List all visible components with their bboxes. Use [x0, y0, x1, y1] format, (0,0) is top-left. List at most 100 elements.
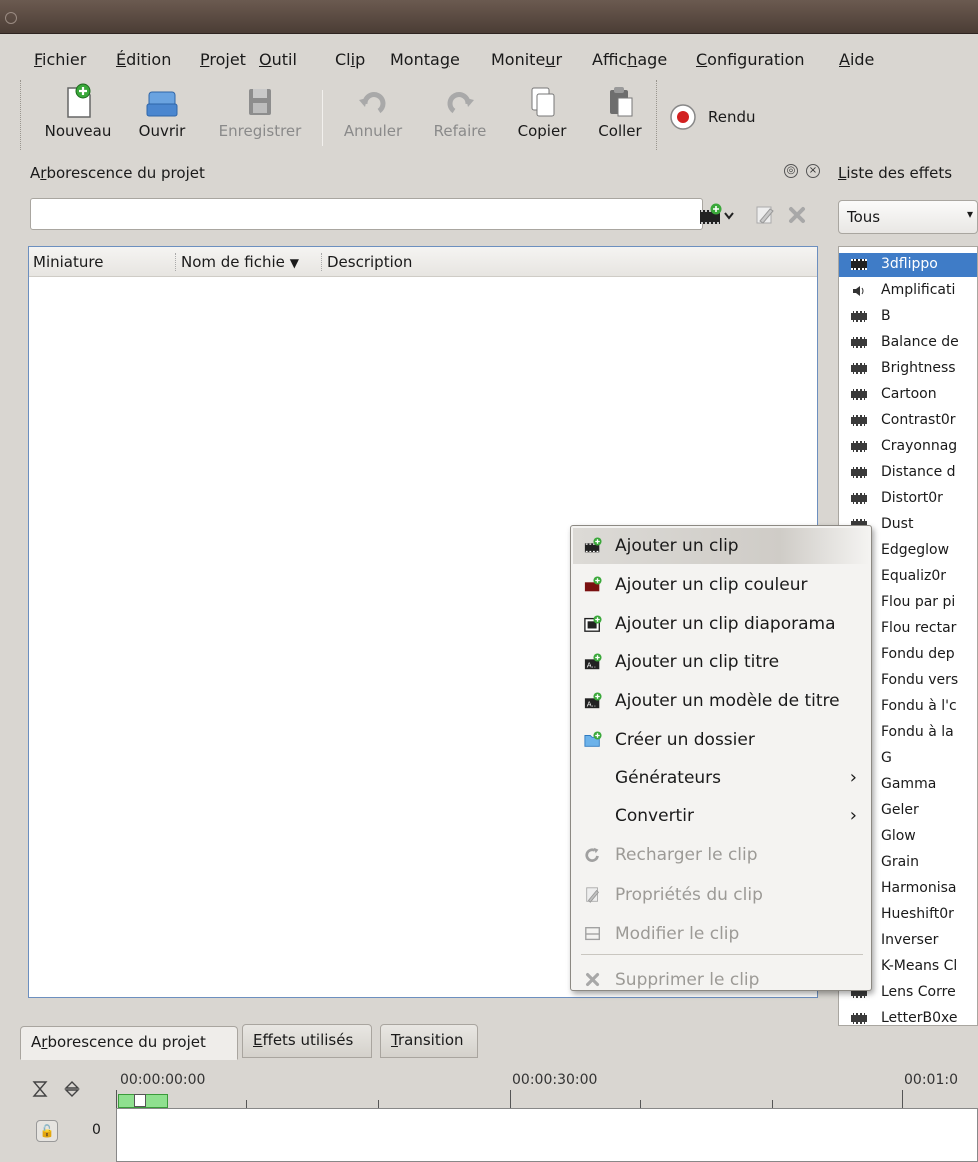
menu-item-ajouter-un-clip[interactable]: Ajouter un clip: [573, 528, 869, 564]
main-toolbar: Nouveau Ouvrir Enregistrer Annuler Refai…: [0, 76, 978, 156]
create-folder-icon: [584, 731, 602, 747]
menu-item-ajouter-un-clip-diaporama[interactable]: Ajouter un clip diaporama: [573, 606, 869, 642]
expand-tracks-icon[interactable]: [64, 1080, 80, 1098]
float-dock-icon[interactable]: ◎: [784, 164, 798, 178]
ruler-tick: [246, 1100, 247, 1108]
menu-moniteur[interactable]: Moniteur: [491, 50, 562, 69]
effect-label: Amplificati: [881, 282, 956, 298]
menu-item-generateurs[interactable]: Générateurs ›: [573, 760, 869, 796]
copy-button[interactable]: Copier: [510, 82, 574, 154]
effect-label: Fondu à l'c: [881, 698, 957, 714]
paste-button[interactable]: Coller: [590, 82, 650, 154]
effect-list-item[interactable]: 3dflippo: [839, 253, 977, 277]
timecode-label: 00:01:0: [904, 1072, 958, 1088]
add-clip-dropdown-icon[interactable]: [698, 202, 742, 226]
effect-label: Hueshift0r: [881, 906, 954, 922]
menu-outil[interactable]: Outil: [259, 50, 297, 69]
render-button[interactable]: Rendu: [668, 102, 778, 132]
menu-item-modifier-le-clip[interactable]: Modifier le clip: [573, 916, 869, 952]
new-document-icon: [67, 83, 91, 118]
window-titlebar: [0, 0, 978, 34]
menu-montage[interactable]: Montage: [390, 50, 460, 69]
effect-list-item[interactable]: Balance de: [839, 331, 977, 355]
save-button[interactable]: Enregistrer: [214, 82, 306, 154]
menu-configuration[interactable]: Configuration: [696, 50, 805, 69]
menu-item-ajouter-un-modele-de-titre[interactable]: A.. Ajouter un modèle de titre: [573, 683, 869, 719]
project-search-input[interactable]: [30, 198, 703, 230]
effect-label: Distance d: [881, 464, 956, 480]
audio-effect-icon: [851, 283, 865, 297]
toolbar-grip[interactable]: [656, 80, 660, 150]
menu-fichier[interactable]: Fichier: [34, 50, 86, 69]
effect-list-item[interactable]: Contrast0r: [839, 409, 977, 433]
toolbar-grip[interactable]: [20, 80, 24, 150]
column-description[interactable]: Description: [327, 253, 412, 271]
effect-list-item[interactable]: Distance d: [839, 461, 977, 485]
menu-item-ajouter-un-clip-couleur[interactable]: Ajouter un clip couleur: [573, 567, 869, 603]
menu-item-proprietes-du-clip[interactable]: Propriétés du clip: [573, 877, 869, 913]
dock-tabs: Arborescence du projet Effets utilisés T…: [20, 1024, 820, 1060]
effect-label: Fondu à la: [881, 724, 954, 740]
timeline-track-area[interactable]: [116, 1108, 978, 1162]
ruler-tick: [378, 1100, 379, 1108]
menu-aide[interactable]: Aide: [839, 50, 874, 69]
tab-effects-used[interactable]: Effets utilisés: [242, 1024, 372, 1058]
timeline-ruler[interactable]: 00:00:00:00 00:00:30:00 00:01:0: [116, 1072, 978, 1108]
toolbar-separator: [322, 90, 323, 146]
effects-filter-select[interactable]: Tous ▾: [838, 200, 978, 234]
menu-projet[interactable]: Projet: [200, 50, 246, 69]
effect-list-item[interactable]: LetterB0xe: [839, 1007, 977, 1025]
effect-label: Glow: [881, 828, 916, 844]
menu-affichage[interactable]: Affichage: [592, 50, 667, 69]
ruler-tick: [772, 1100, 773, 1108]
effect-list-item[interactable]: Amplificati: [839, 279, 977, 303]
menu-clip[interactable]: Clip: [335, 50, 365, 69]
video-effect-icon: [851, 311, 867, 322]
video-effect-icon: [851, 441, 867, 452]
effect-label: Flou rectar: [881, 620, 957, 636]
tab-project-tree[interactable]: Arborescence du projet: [20, 1026, 238, 1060]
menu-item-recharger-le-clip[interactable]: Recharger le clip: [573, 837, 869, 873]
edit-icon: [586, 887, 600, 903]
effect-label: Equaliz0r: [881, 568, 946, 584]
effect-label: K-Means Cl: [881, 958, 958, 974]
undo-icon: [359, 92, 386, 114]
edit-clip-icon[interactable]: [754, 204, 776, 226]
effect-list-item[interactable]: Cartoon: [839, 383, 977, 407]
effect-list-item[interactable]: Distort0r: [839, 487, 977, 511]
playhead-icon[interactable]: [134, 1094, 146, 1107]
ruler-tick: [510, 1090, 511, 1108]
effects-list-title: Liste des effets: [838, 164, 953, 182]
menu-item-convertir[interactable]: Convertir ›: [573, 798, 869, 834]
column-divider[interactable]: [321, 253, 322, 271]
column-filename[interactable]: Nom de fichie ▼: [181, 253, 299, 271]
project-context-menu: Ajouter un clip Ajouter un clip couleur Aj…: [570, 525, 872, 991]
effect-list-item[interactable]: Crayonnag: [839, 435, 977, 459]
zoom-fit-icon[interactable]: [32, 1080, 48, 1098]
menu-edition[interactable]: Édition: [116, 50, 171, 69]
menu-item-creer-un-dossier[interactable]: Créer un dossier: [573, 722, 869, 758]
window-menu-icon[interactable]: [5, 12, 17, 24]
redo-button[interactable]: Refaire: [425, 82, 495, 154]
modify-icon: [585, 927, 600, 941]
video-effect-icon: [851, 259, 867, 270]
svg-text:A..: A..: [587, 699, 596, 708]
delete-clip-icon[interactable]: [786, 204, 808, 226]
timecode-label: 00:00:00:00: [120, 1072, 206, 1088]
column-divider[interactable]: [175, 253, 176, 271]
video-effect-icon: [851, 1013, 867, 1024]
close-dock-icon[interactable]: ×: [806, 164, 820, 178]
undo-button[interactable]: Annuler: [338, 82, 408, 154]
open-button[interactable]: Ouvrir: [132, 82, 192, 154]
svg-text:A..: A..: [587, 660, 596, 669]
column-miniature[interactable]: Miniature: [33, 253, 103, 271]
new-button[interactable]: Nouveau: [38, 82, 118, 154]
project-tree-title: Arborescence du projet: [30, 164, 205, 182]
track-lock-icon[interactable]: 🔓: [36, 1120, 58, 1142]
effect-list-item[interactable]: B: [839, 305, 977, 329]
effect-list-item[interactable]: Brightness: [839, 357, 977, 381]
menu-item-ajouter-un-clip-titre[interactable]: A.. Ajouter un clip titre: [573, 644, 869, 680]
effect-label: Balance de: [881, 334, 959, 350]
tab-transition[interactable]: Transition: [380, 1024, 478, 1058]
menu-item-supprimer-le-clip[interactable]: Supprimer le clip: [573, 962, 869, 998]
